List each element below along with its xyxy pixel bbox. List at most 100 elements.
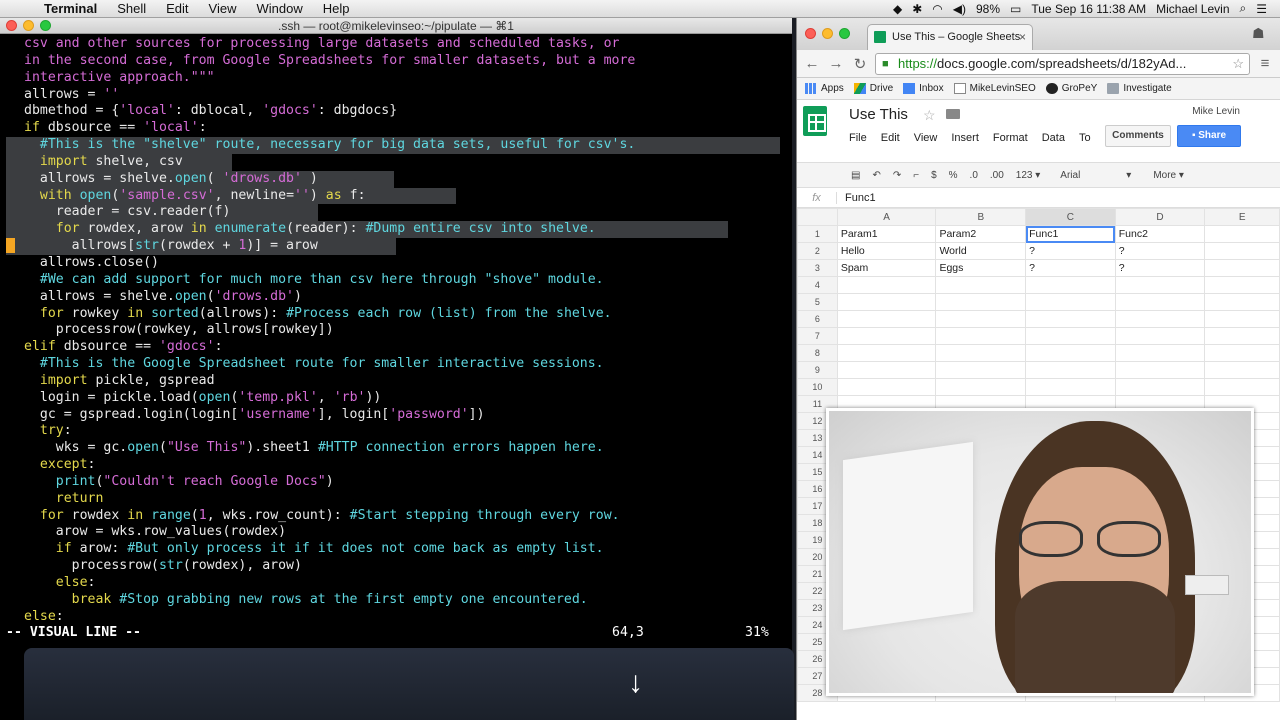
chrome-zoom-button[interactable] bbox=[839, 28, 850, 39]
sheet-cell[interactable]: Hello bbox=[836, 242, 937, 260]
terminal-window[interactable]: .ssh — root@mikelevinseo:~/pipulate — ⌘1… bbox=[0, 18, 792, 720]
sheet-cell[interactable] bbox=[1204, 276, 1280, 294]
menu-shell[interactable]: Shell bbox=[107, 0, 156, 18]
bookmark-drive[interactable]: Drive bbox=[853, 83, 893, 94]
sheet-cell[interactable]: ? bbox=[1114, 242, 1206, 260]
sheet-cell[interactable] bbox=[836, 327, 937, 345]
sheet-cell[interactable]: Spam bbox=[836, 259, 937, 277]
paint-format-icon[interactable]: ⌐ bbox=[913, 170, 919, 181]
column-header[interactable]: B bbox=[935, 208, 1027, 226]
menu-view[interactable]: View bbox=[199, 0, 247, 18]
menu-format[interactable]: Format bbox=[993, 132, 1028, 144]
comments-button[interactable]: Comments bbox=[1105, 125, 1171, 147]
column-header[interactable]: C bbox=[1025, 208, 1116, 226]
code-editor[interactable]: csv and other sources for processing lar… bbox=[0, 34, 792, 626]
sheet-cell[interactable] bbox=[1114, 378, 1206, 396]
bookmark-investigate[interactable]: Investigate bbox=[1107, 83, 1172, 94]
chrome-minimize-button[interactable] bbox=[822, 28, 833, 39]
sheet-cell[interactable] bbox=[1204, 327, 1280, 345]
back-arrow-icon[interactable]: ← bbox=[803, 55, 821, 72]
menu-edit[interactable]: Edit bbox=[156, 0, 198, 18]
document-title[interactable]: Use This bbox=[849, 106, 908, 123]
menu-tools[interactable]: To bbox=[1079, 132, 1091, 144]
menu-help[interactable]: Help bbox=[313, 0, 360, 18]
tab-close-icon[interactable]: × bbox=[1019, 25, 1026, 49]
sheet-cell[interactable]: Func1 bbox=[1025, 225, 1116, 243]
decrease-decimal-button[interactable]: .0 bbox=[970, 170, 978, 181]
battery-percent[interactable]: 98% bbox=[971, 2, 1005, 16]
row-header[interactable]: 6 bbox=[797, 310, 838, 328]
menu-edit[interactable]: Edit bbox=[881, 132, 900, 144]
sheet-cell[interactable] bbox=[1204, 310, 1280, 328]
increase-decimal-button[interactable]: .00 bbox=[990, 170, 1004, 181]
select-all-corner[interactable] bbox=[797, 208, 838, 226]
sheet-cell[interactable] bbox=[1025, 293, 1116, 311]
sheet-cell[interactable] bbox=[836, 276, 937, 294]
row-header[interactable]: 3 bbox=[797, 259, 838, 277]
more-dropdown[interactable]: More ▾ bbox=[1153, 170, 1184, 181]
print-icon[interactable]: ▤ bbox=[851, 170, 860, 181]
menu-data[interactable]: Data bbox=[1042, 132, 1065, 144]
sheet-cell[interactable] bbox=[935, 378, 1027, 396]
sheet-cell[interactable] bbox=[836, 361, 937, 379]
bookmark-gropey[interactable]: GroPeY bbox=[1045, 83, 1097, 94]
row-header[interactable]: 5 bbox=[797, 293, 838, 311]
close-button[interactable] bbox=[6, 20, 17, 31]
downloads-arrow-icon[interactable]: ↓ bbox=[628, 666, 643, 700]
sheet-cell[interactable]: Eggs bbox=[935, 259, 1027, 277]
menu-view[interactable]: View bbox=[914, 132, 938, 144]
star-icon[interactable]: ☆ bbox=[923, 107, 936, 124]
account-name[interactable]: Mike Levin bbox=[1192, 106, 1240, 117]
bookmark-star-icon[interactable]: ☆ bbox=[1232, 54, 1244, 74]
menu-insert[interactable]: Insert bbox=[951, 132, 979, 144]
sheet-cell[interactable] bbox=[1025, 344, 1116, 362]
sheet-cell[interactable] bbox=[935, 310, 1027, 328]
bookmark-apps[interactable]: Apps bbox=[805, 83, 844, 94]
sheet-cell[interactable] bbox=[935, 327, 1027, 345]
wifi-icon[interactable]: ◠ bbox=[927, 2, 947, 16]
redo-icon[interactable]: ↷ bbox=[893, 170, 901, 181]
percent-button[interactable]: % bbox=[949, 170, 958, 181]
sheet-cell[interactable] bbox=[836, 344, 937, 362]
sheet-cell[interactable] bbox=[1025, 310, 1116, 328]
menu-app-terminal[interactable]: Terminal bbox=[34, 0, 107, 18]
sheet-cell[interactable] bbox=[1025, 361, 1116, 379]
currency-button[interactable]: $ bbox=[931, 170, 937, 181]
address-bar[interactable]: ■ https://docs.google.com/spreadsheets/d… bbox=[875, 52, 1250, 75]
sheet-cell[interactable] bbox=[1204, 344, 1280, 362]
folder-icon[interactable] bbox=[946, 109, 960, 119]
bookmark-inbox[interactable]: Inbox bbox=[903, 83, 944, 94]
sheet-cell[interactable]: Func2 bbox=[1114, 225, 1206, 243]
forward-arrow-icon[interactable]: → bbox=[827, 55, 845, 72]
row-header[interactable]: 2 bbox=[797, 242, 838, 260]
battery-icon[interactable]: ▭ bbox=[1005, 2, 1026, 16]
bookmark-mikelevinseo[interactable]: MikeLevinSEO bbox=[953, 83, 1036, 94]
sheet-cell[interactable] bbox=[1114, 361, 1206, 379]
bluetooth-icon[interactable]: ✱ bbox=[907, 2, 927, 16]
reload-icon[interactable]: ↻ bbox=[851, 55, 869, 73]
row-header[interactable]: 10 bbox=[797, 378, 838, 396]
number-format-dropdown[interactable]: 123 ▾ bbox=[1016, 170, 1040, 181]
sheet-cell[interactable] bbox=[935, 276, 1027, 294]
sheet-cell[interactable] bbox=[1204, 293, 1280, 311]
sheet-cell[interactable] bbox=[1204, 242, 1280, 260]
menu-window[interactable]: Window bbox=[247, 0, 313, 18]
dropbox-icon[interactable]: ◆ bbox=[888, 2, 907, 16]
clock[interactable]: Tue Sep 16 11:38 AM bbox=[1026, 2, 1151, 16]
font-dropdown[interactable]: Arial bbox=[1060, 170, 1114, 181]
sheet-cell[interactable] bbox=[1204, 361, 1280, 379]
chrome-close-button[interactable] bbox=[805, 28, 816, 39]
sheet-cell[interactable] bbox=[935, 344, 1027, 362]
font-dropdown-chevron-icon[interactable]: ▾ bbox=[1126, 170, 1131, 181]
share-button[interactable]: ▪ Share bbox=[1177, 125, 1241, 147]
column-header[interactable]: E bbox=[1204, 208, 1280, 226]
sheet-cell[interactable]: Param2 bbox=[935, 225, 1027, 243]
sheet-cell[interactable] bbox=[935, 293, 1027, 311]
sheet-cell[interactable] bbox=[935, 361, 1027, 379]
row-header[interactable]: 7 bbox=[797, 327, 838, 345]
sheet-cell[interactable] bbox=[1114, 276, 1206, 294]
tab-use-this[interactable]: Use This – Google Sheets × bbox=[867, 24, 1033, 50]
sheet-cell[interactable] bbox=[836, 310, 937, 328]
profile-icon[interactable]: ☗ bbox=[1252, 25, 1270, 41]
volume-icon[interactable]: ◀) bbox=[948, 2, 971, 16]
